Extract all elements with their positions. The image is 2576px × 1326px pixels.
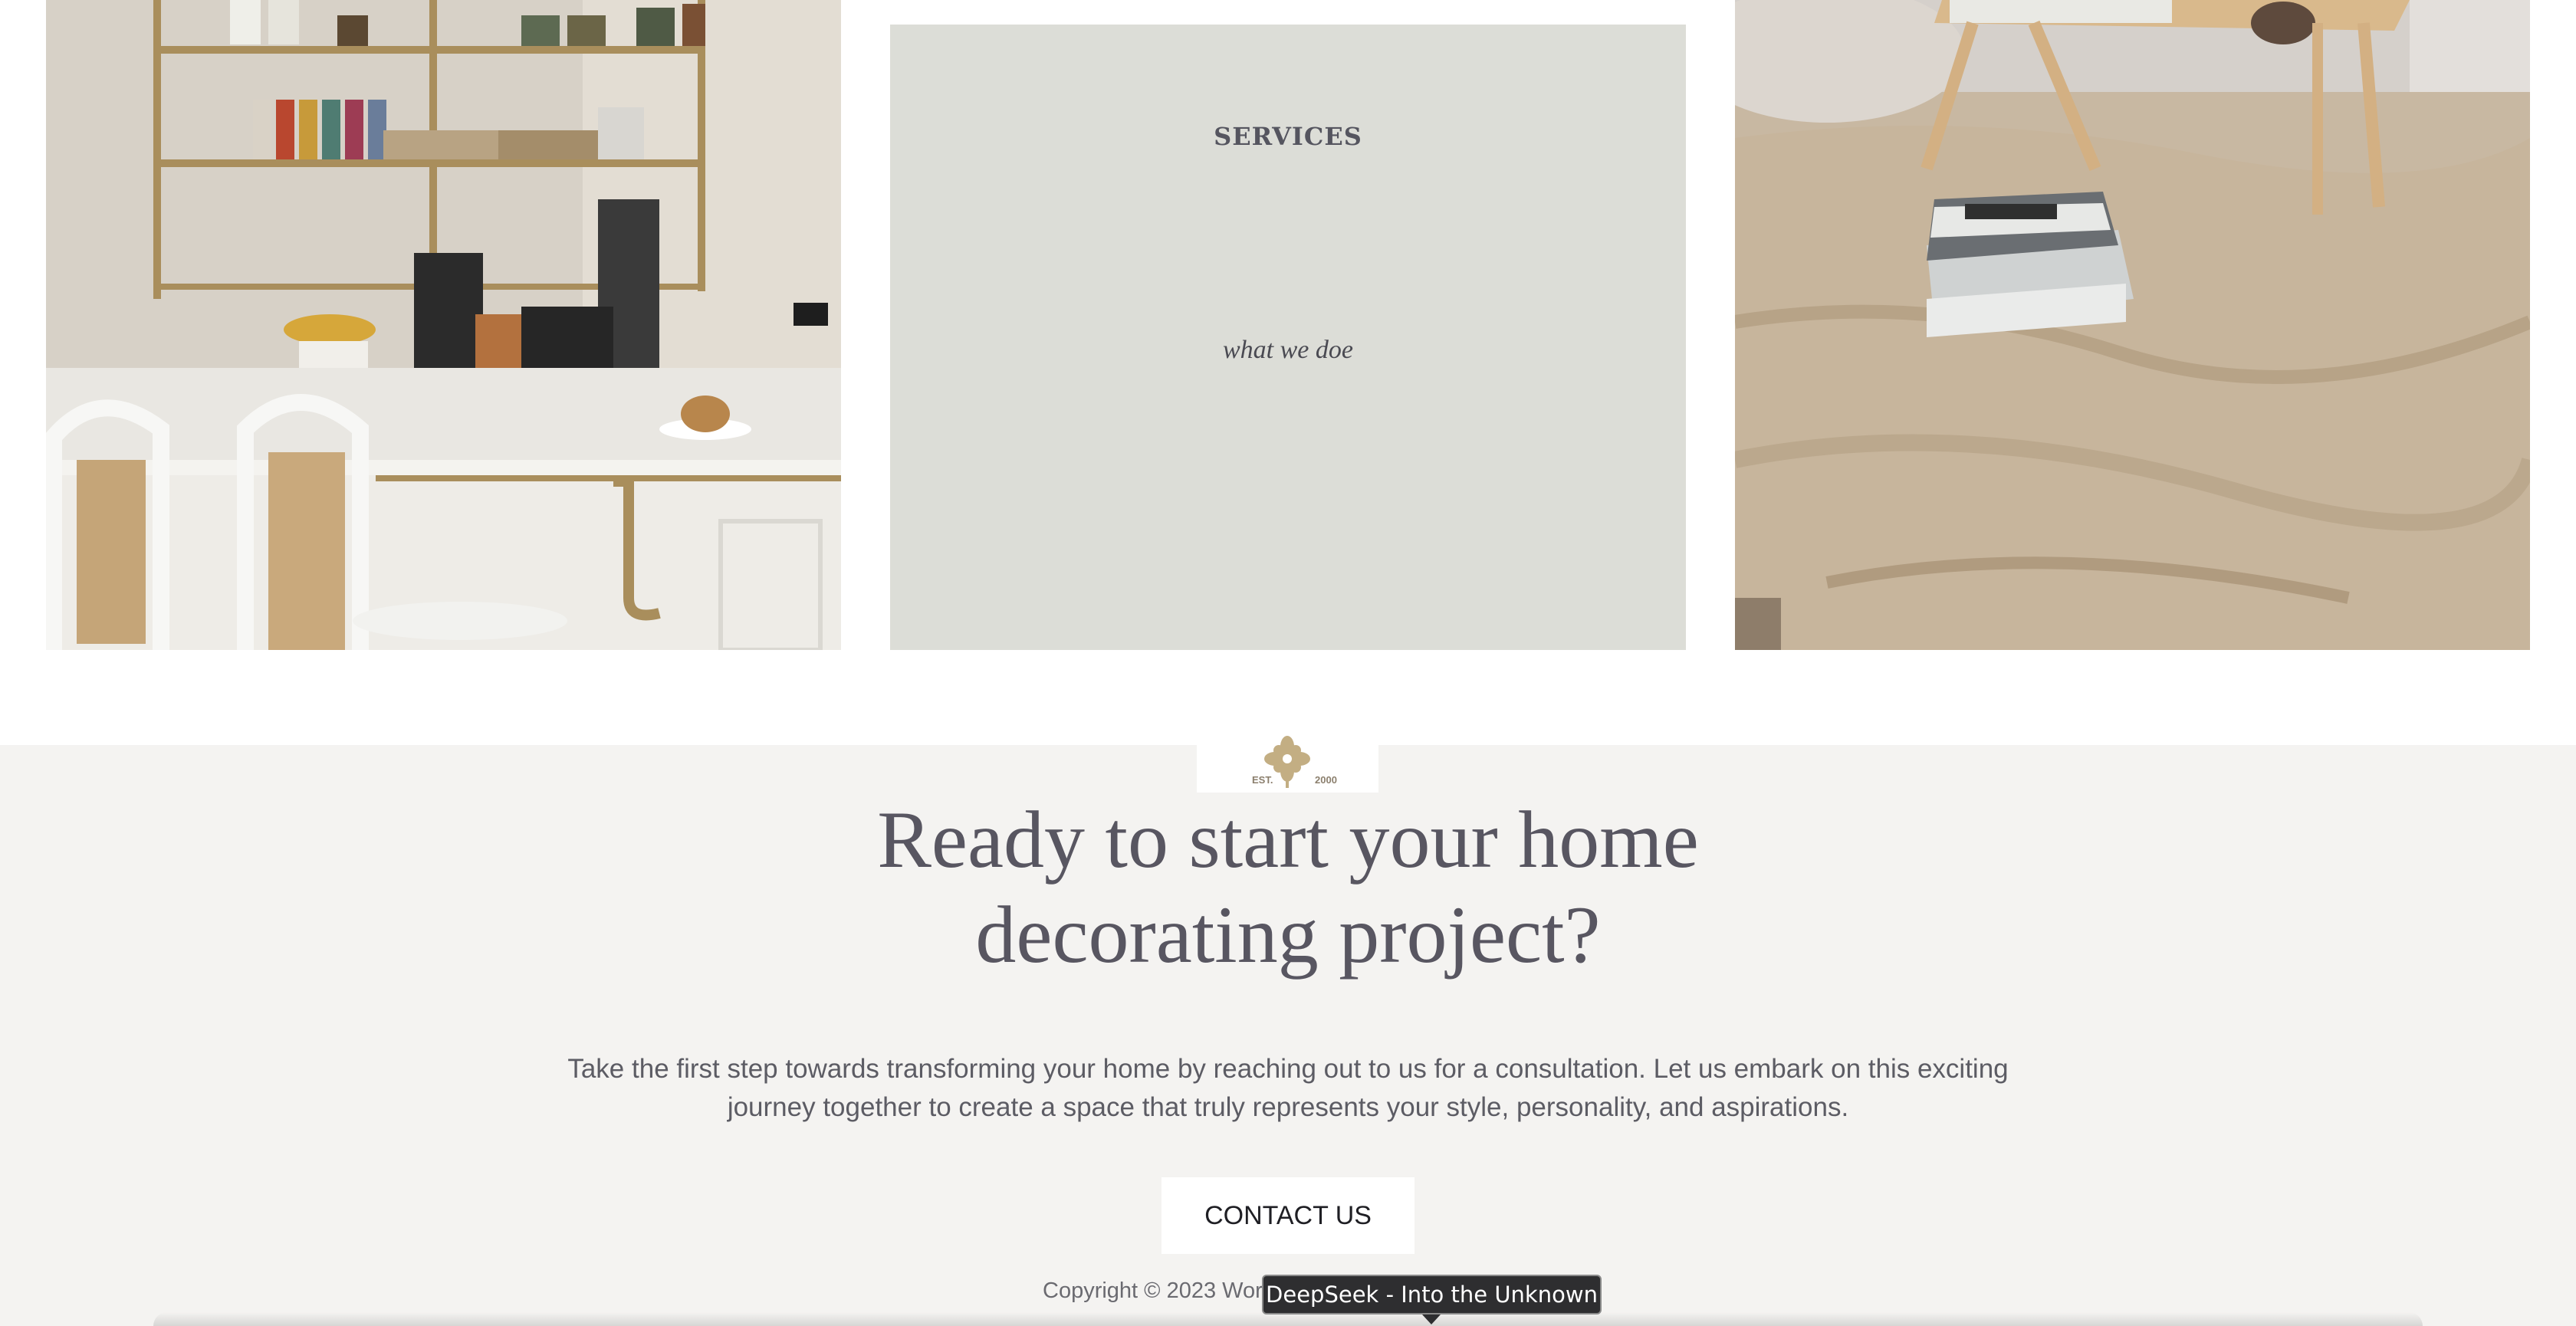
cta-title-line1: Ready to start your home (877, 795, 1699, 885)
services-card[interactable]: SERVICES what we doe (890, 25, 1686, 650)
logo-est-text: EST. (1252, 774, 1273, 786)
brand-logo: EST. 2000 (1197, 725, 1378, 793)
window-tooltip: DeepSeek - Into the Unknown (1262, 1275, 1602, 1315)
kitchen-photo (46, 0, 841, 650)
bedroom-illustration (1735, 0, 2530, 650)
copyright-text: Copyright © 2023 Work (1043, 1278, 1274, 1303)
kitchen-illustration (46, 0, 841, 650)
cta-title: Ready to start your home decorating proj… (675, 793, 1901, 983)
cta-description-line1: Take the first step towards transforming… (567, 1054, 2009, 1084)
tooltip-arrow-icon (1422, 1315, 1441, 1324)
contact-us-button[interactable]: CONTACT US (1162, 1177, 1414, 1254)
cta-description: Take the first step towards transforming… (529, 1050, 2047, 1127)
cta-description-line2: journey together to create a space that … (727, 1092, 1849, 1122)
image-grid: SERVICES what we doe (0, 0, 2576, 650)
services-heading: SERVICES (1214, 122, 1362, 151)
logo-year-text: 2000 (1315, 774, 1337, 786)
services-subheading: what we doe (1223, 336, 1353, 364)
bedroom-photo (1735, 0, 2530, 650)
ornament-icon: EST. 2000 (1252, 736, 1337, 788)
cta-title-line2: decorating project? (975, 890, 1601, 980)
